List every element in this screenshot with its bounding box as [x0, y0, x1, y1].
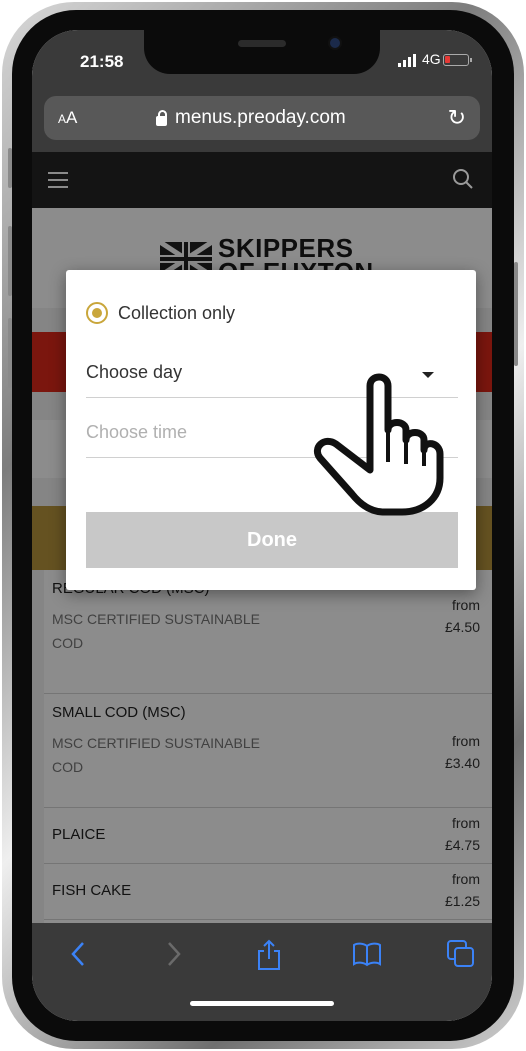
volume-up-button	[8, 226, 12, 296]
share-icon[interactable]	[256, 939, 282, 971]
home-indicator[interactable]	[190, 1001, 334, 1006]
site-navbar	[32, 152, 492, 208]
hamburger-icon[interactable]	[48, 172, 68, 193]
power-button	[514, 262, 518, 366]
speaker	[238, 40, 286, 47]
lock-icon	[156, 109, 167, 126]
address-bar[interactable]: AA menus.preoday.com ↻	[44, 96, 480, 140]
collection-radio[interactable]	[86, 302, 108, 324]
reload-icon[interactable]: ↻	[448, 105, 466, 131]
front-camera	[328, 36, 342, 50]
forward-icon[interactable]	[164, 939, 184, 969]
text-size-button[interactable]: AA	[58, 108, 77, 128]
browser-address-area: AA menus.preoday.com ↻	[32, 90, 492, 152]
done-button[interactable]: Done	[86, 512, 458, 568]
collection-only-option[interactable]: Collection only	[86, 302, 235, 324]
status-bar: 21:58 4G	[32, 30, 492, 90]
choose-time-placeholder: Choose time	[86, 422, 188, 442]
network-type: 4G	[422, 51, 441, 67]
mute-switch	[8, 148, 12, 188]
bookmarks-icon[interactable]	[352, 941, 382, 967]
url-text: menus.preoday.com	[175, 107, 346, 128]
back-icon[interactable]	[68, 939, 88, 969]
browser-toolbar	[32, 923, 492, 1021]
url-display[interactable]: menus.preoday.com	[156, 107, 346, 129]
phone-screen: 21:58 4G AA menus.preoday.com ↻ SKIPPERS…	[32, 30, 492, 1021]
search-icon[interactable]	[452, 168, 474, 190]
notch	[144, 30, 380, 74]
battery-icon	[443, 54, 472, 66]
pointer-hand-icon	[313, 373, 444, 516]
status-time: 21:58	[80, 52, 124, 71]
volume-down-button	[8, 318, 12, 388]
signal-icon	[398, 54, 416, 67]
tabs-icon[interactable]	[446, 939, 476, 969]
choose-day-text: Choose day	[86, 362, 183, 382]
collection-label: Collection only	[118, 302, 236, 323]
